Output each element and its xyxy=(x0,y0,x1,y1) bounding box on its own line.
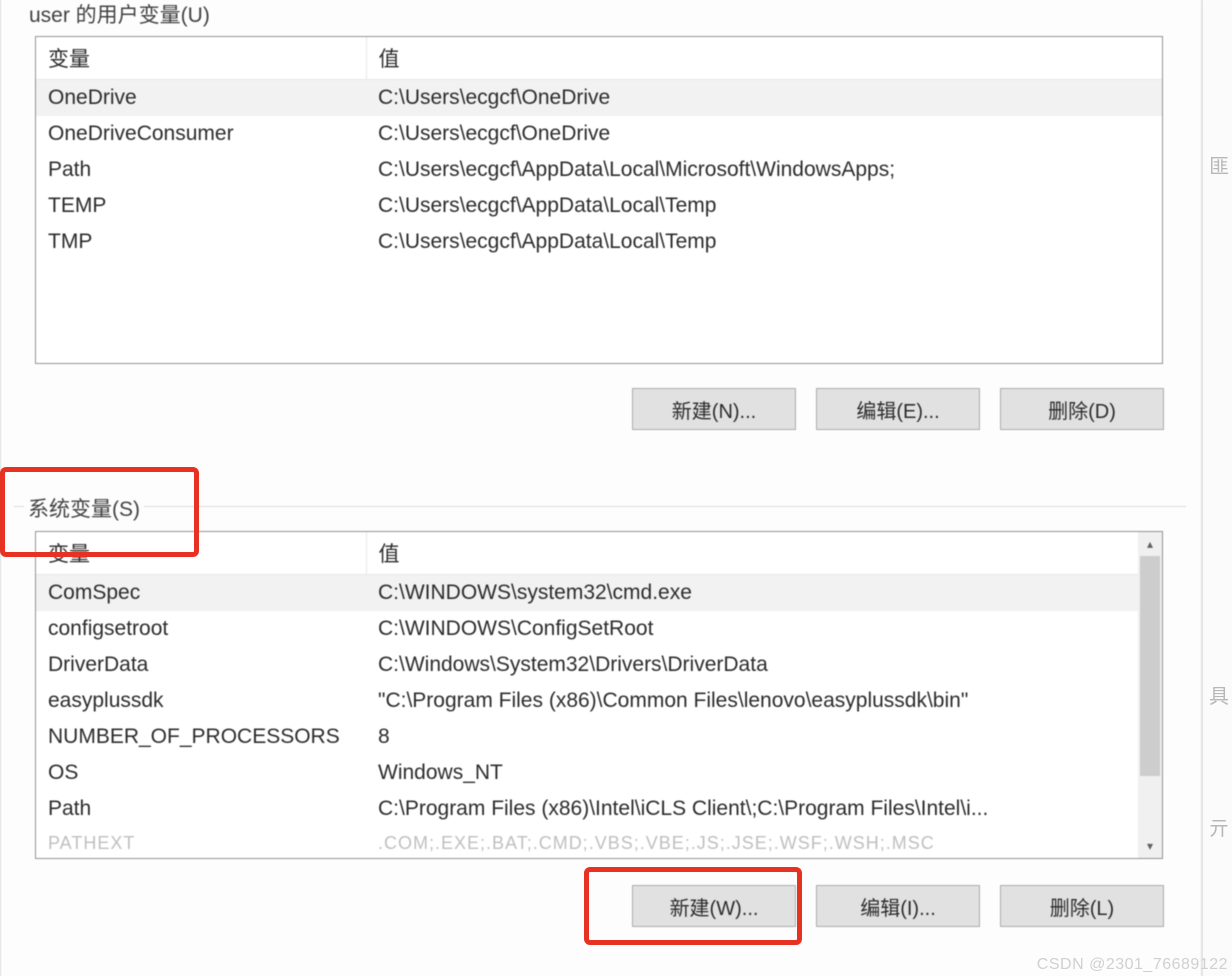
table-row[interactable]: easyplussdk"C:\Program Files (x86)\Commo… xyxy=(36,683,1138,719)
table-header-row: 变量 值 xyxy=(36,37,1162,80)
scroll-up-icon[interactable]: ▴ xyxy=(1138,532,1162,556)
cell-variable: easyplussdk xyxy=(36,683,366,719)
table-row[interactable]: OneDriveC:\Users\ecgcf\OneDrive xyxy=(36,80,1162,117)
col-variable[interactable]: 变量 xyxy=(36,37,366,80)
user-new-button[interactable]: 新建(N)... xyxy=(632,388,796,430)
table-row[interactable]: OSWindows_NT xyxy=(36,755,1138,791)
adjacent-window-sliver: 匪 具 亓 xyxy=(1202,0,1232,976)
table-row[interactable]: PathC:\Program Files (x86)\Intel\iCLS Cl… xyxy=(36,791,1138,827)
table-row[interactable]: TMPC:\Users\ecgcf\AppData\Local\Temp xyxy=(36,224,1162,260)
table-row[interactable]: configsetrootC:\WINDOWS\ConfigSetRoot xyxy=(36,611,1138,647)
table-row[interactable]: DriverDataC:\Windows\System32\Drivers\Dr… xyxy=(36,647,1138,683)
cell-variable: TMP xyxy=(36,224,366,260)
col-variable[interactable]: 变量 xyxy=(36,532,366,575)
cell-value: "C:\Program Files (x86)\Common Files\len… xyxy=(366,683,1138,719)
scrollbar-thumb[interactable] xyxy=(1140,556,1160,776)
cell-variable: Path xyxy=(36,791,366,827)
cell-variable: NUMBER_OF_PROCESSORS xyxy=(36,719,366,755)
system-edit-button[interactable]: 编辑(I)... xyxy=(816,885,980,927)
cell-variable: OneDriveConsumer xyxy=(36,116,366,152)
cell-variable: DriverData xyxy=(36,647,366,683)
system-vars-table[interactable]: 变量 值 ComSpecC:\WINDOWS\system32\cmd.exec… xyxy=(35,531,1163,859)
table-row-cutoff[interactable]: PATHEXT.COM;.EXE;.BAT;.CMD;.VBS;.VBE;.JS… xyxy=(36,827,1138,859)
cell-value: C:\Program Files (x86)\Intel\iCLS Client… xyxy=(366,791,1138,827)
cell-value: C:\WINDOWS\system32\cmd.exe xyxy=(366,575,1138,612)
table-row[interactable]: OneDriveConsumerC:\Users\ecgcf\OneDrive xyxy=(36,116,1162,152)
scrollbar-track[interactable] xyxy=(1138,556,1162,834)
user-vars-group-label: user 的用户变量(U) xyxy=(29,0,210,29)
user-vars-buttons: 新建(N)... 编辑(E)... 删除(D) xyxy=(632,388,1164,430)
scroll-down-icon[interactable]: ▾ xyxy=(1138,834,1162,858)
cell-value: C:\Users\ecgcf\AppData\Local\Temp xyxy=(366,188,1162,224)
user-delete-button[interactable]: 删除(D) xyxy=(1000,388,1164,430)
user-vars-table[interactable]: 变量 值 OneDriveC:\Users\ecgcf\OneDriveOneD… xyxy=(35,36,1163,364)
cell-variable: configsetroot xyxy=(36,611,366,647)
col-value[interactable]: 值 xyxy=(366,532,1138,575)
cell-value: C:\Users\ecgcf\OneDrive xyxy=(366,116,1162,152)
system-new-button[interactable]: 新建(W)... xyxy=(632,885,796,927)
cell-variable: ComSpec xyxy=(36,575,366,612)
col-value[interactable]: 值 xyxy=(366,37,1162,80)
table-header-row: 变量 值 xyxy=(36,532,1138,575)
system-vars-group-label: 系统变量(S) xyxy=(24,493,144,523)
cell-variable: OneDrive xyxy=(36,80,366,117)
cell-value: Windows_NT xyxy=(366,755,1138,791)
cell-variable: TEMP xyxy=(36,188,366,224)
env-vars-dialog: user 的用户变量(U) 变量 值 OneDriveC:\Users\ecgc… xyxy=(0,0,1202,976)
system-vars-buttons: 新建(W)... 编辑(I)... 删除(L) xyxy=(632,885,1164,927)
cell-value: C:\Windows\System32\Drivers\DriverData xyxy=(366,647,1138,683)
table-row[interactable]: TEMPC:\Users\ecgcf\AppData\Local\Temp xyxy=(36,188,1162,224)
watermark: CSDN @2301_76689122 xyxy=(1037,956,1228,974)
user-edit-button[interactable]: 编辑(E)... xyxy=(816,388,980,430)
cell-variable: Path xyxy=(36,152,366,188)
system-delete-button[interactable]: 删除(L) xyxy=(1000,885,1164,927)
cell-value: C:\Users\ecgcf\AppData\Local\Temp xyxy=(366,224,1162,260)
cell-value: C:\WINDOWS\ConfigSetRoot xyxy=(366,611,1138,647)
table-row[interactable]: NUMBER_OF_PROCESSORS8 xyxy=(36,719,1138,755)
cell-value: C:\Users\ecgcf\OneDrive xyxy=(366,80,1162,117)
cell-variable: OS xyxy=(36,755,366,791)
cell-value: 8 xyxy=(366,719,1138,755)
cell-value: C:\Users\ecgcf\AppData\Local\Microsoft\W… xyxy=(366,152,1162,188)
table-row[interactable]: PathC:\Users\ecgcf\AppData\Local\Microso… xyxy=(36,152,1162,188)
table-row[interactable]: ComSpecC:\WINDOWS\system32\cmd.exe xyxy=(36,575,1138,612)
